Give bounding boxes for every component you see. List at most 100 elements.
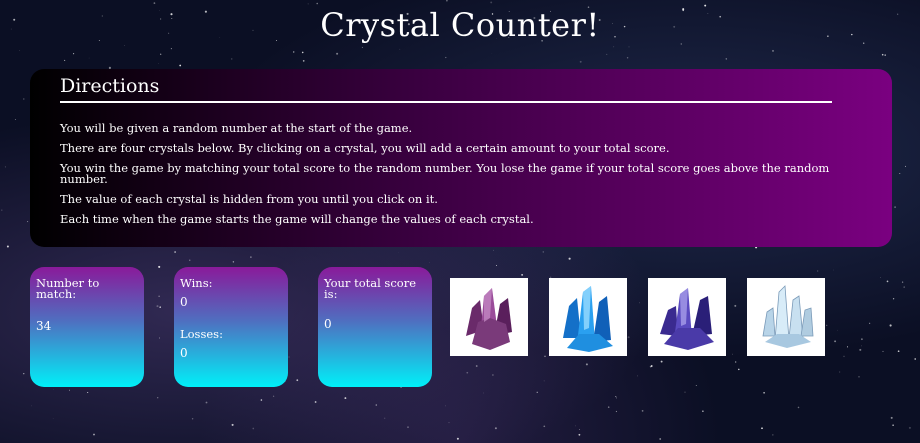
star — [826, 324, 828, 327]
star — [301, 51, 304, 54]
star — [838, 371, 841, 373]
star — [336, 52, 339, 55]
target-number-panel: Number to match: 34 — [30, 267, 144, 387]
star — [579, 429, 580, 431]
star — [230, 58, 233, 60]
star — [288, 356, 290, 358]
star — [641, 410, 644, 412]
star — [542, 251, 545, 253]
star — [521, 274, 523, 276]
wins-losses-panel: Wins: 0 Losses: 0 — [174, 267, 288, 387]
star — [375, 404, 378, 406]
star — [23, 373, 25, 375]
star — [93, 433, 95, 436]
star — [615, 396, 617, 398]
star — [627, 336, 630, 339]
crystal-button-3[interactable] — [648, 278, 726, 356]
star — [613, 46, 615, 48]
star — [445, 56, 447, 59]
star — [544, 355, 546, 358]
star — [735, 361, 737, 363]
star — [493, 249, 494, 251]
star — [475, 365, 478, 367]
star — [881, 53, 884, 56]
star — [490, 1, 493, 4]
star — [725, 58, 728, 60]
direction-line: You win the game by matching your total … — [60, 161, 830, 186]
star — [316, 2, 318, 5]
star — [659, 438, 662, 440]
star — [894, 206, 896, 208]
losses-count: 0 — [180, 346, 188, 360]
star — [892, 424, 894, 426]
star — [344, 397, 347, 400]
star — [543, 425, 546, 428]
star — [1, 209, 3, 211]
star — [302, 60, 305, 62]
crystal-button-4[interactable] — [747, 278, 825, 356]
crystal-button-1[interactable] — [450, 278, 528, 356]
star — [160, 53, 162, 55]
star — [543, 380, 545, 382]
star — [88, 57, 90, 59]
star — [19, 50, 21, 52]
star — [260, 399, 263, 401]
star — [158, 63, 160, 64]
star — [771, 49, 775, 52]
star — [797, 406, 800, 409]
star — [628, 46, 630, 48]
star — [761, 427, 763, 430]
star — [772, 434, 774, 436]
star — [296, 379, 299, 382]
star — [882, 350, 884, 352]
direction-line: There are four crystals below. By clicki… — [60, 141, 670, 155]
star — [456, 437, 459, 440]
star — [899, 173, 901, 174]
total-score-panel: Your total score is: 0 — [318, 267, 432, 387]
star — [494, 427, 497, 430]
star — [578, 433, 581, 436]
star — [908, 426, 911, 429]
star — [738, 368, 740, 371]
direction-line: Each time when the game starts the game … — [60, 212, 534, 226]
star — [407, 426, 409, 429]
losses-label: Losses: — [180, 327, 223, 341]
star — [179, 64, 182, 67]
star — [170, 48, 172, 50]
star — [897, 350, 900, 353]
star — [901, 281, 904, 283]
star — [650, 365, 653, 367]
star — [4, 166, 6, 168]
star — [695, 384, 697, 387]
star — [889, 324, 892, 327]
star — [27, 221, 29, 223]
crystal-button-2[interactable] — [549, 278, 627, 356]
star — [231, 423, 234, 426]
star — [159, 337, 160, 339]
star — [615, 410, 617, 413]
star — [191, 418, 194, 420]
star — [6, 245, 9, 248]
star — [158, 295, 160, 297]
star — [292, 51, 295, 53]
star — [579, 60, 582, 63]
star — [905, 165, 906, 167]
star — [496, 265, 497, 267]
star — [861, 338, 863, 341]
star — [890, 416, 893, 419]
star — [159, 306, 161, 308]
star — [174, 251, 176, 253]
star — [232, 261, 235, 263]
star — [886, 280, 889, 283]
star — [684, 391, 686, 393]
star — [250, 256, 252, 258]
star — [884, 54, 886, 56]
directions-divider — [60, 101, 832, 103]
page-title: Crystal Counter! — [320, 6, 600, 44]
star — [272, 395, 275, 397]
target-number: 34 — [36, 319, 52, 333]
star — [307, 3, 309, 5]
clear-crystal-icon — [762, 285, 814, 348]
star — [536, 391, 538, 393]
star — [575, 425, 576, 427]
